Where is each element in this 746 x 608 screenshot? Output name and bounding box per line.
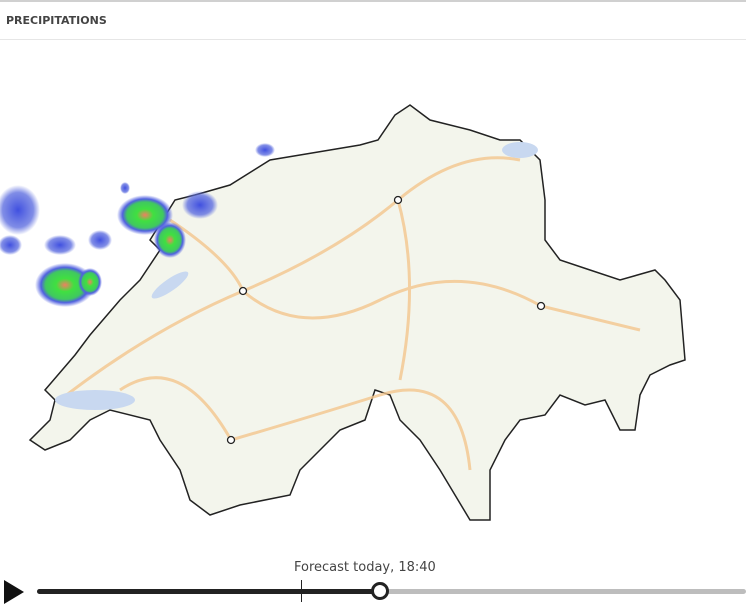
- lake-constance: [502, 142, 538, 158]
- panel-header: PRECIPITATIONS: [0, 2, 746, 40]
- city-marker-bern: [238, 286, 248, 296]
- city-marker-zurich: [393, 195, 403, 205]
- lake-geneva: [55, 390, 135, 410]
- now-marker: [300, 580, 302, 602]
- panel-title: PRECIPITATIONS: [6, 14, 107, 27]
- timeline-thumb[interactable]: [371, 582, 390, 600]
- precipitation-map[interactable]: [0, 40, 746, 550]
- switzerland-outline: [28, 104, 686, 521]
- play-button[interactable]: [4, 580, 24, 604]
- timeline-progress: [37, 589, 381, 594]
- city-marker-sion: [226, 435, 236, 445]
- timeline-slider[interactable]: [37, 580, 746, 602]
- city-marker-chur: [536, 301, 546, 311]
